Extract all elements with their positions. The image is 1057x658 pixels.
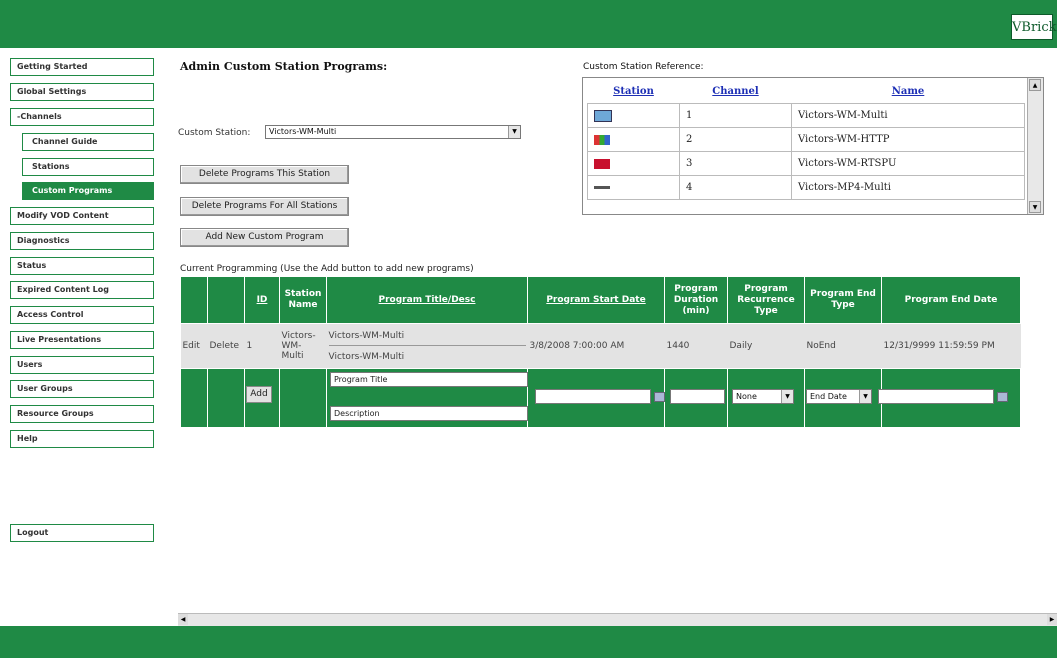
delete-link[interactable]: Delete [207,323,245,369]
sidebar-item-custom-programs[interactable]: Custom Programs [22,182,154,200]
end-date-input[interactable] [878,389,994,404]
station-logo-2-icon [594,134,610,145]
sidebar-item-user-groups[interactable]: User Groups [10,380,154,398]
custom-station-select[interactable]: Victors-WM-Multi ▼ [265,125,521,139]
scroll-left-icon[interactable]: ◀ [178,614,188,625]
ref-name: Victors-MP4-Multi [791,175,1025,200]
sidebar-item-resource-groups[interactable]: Resource Groups [10,405,154,423]
program-desc: Victors-WM-Multi [328,351,405,362]
custom-station-value: Victors-WM-Multi [269,127,337,136]
table-row: 2 Victors-WM-HTTP [587,127,1025,152]
table-row: Edit Delete 1 Victors- WM- Multi Victors… [180,323,1021,369]
chevron-down-icon: ▼ [859,390,871,403]
sidebar-item-diagnostics[interactable]: Diagnostics [10,232,154,250]
ref-name: Victors-WM-Multi [791,103,1025,128]
ref-name: Victors-WM-HTTP [791,127,1025,152]
station-name-line2: WM- [281,341,302,351]
current-programming-label: Current Programming (Use the Add button … [180,264,474,274]
header-program-title-desc[interactable]: Program Title/Desc [326,276,528,324]
ref-name: Victors-WM-RTSPU [791,151,1025,176]
station-logo-1-icon [594,109,612,122]
header-station-name: Station Name [279,276,327,324]
sidebar-item-status[interactable]: Status [10,257,154,275]
delete-programs-station-button[interactable]: Delete Programs This Station [180,165,349,184]
station-logo-3-icon [594,158,610,169]
table-row: 3 Victors-WM-RTSPU [587,151,1025,176]
program-recurrence: Daily [727,323,805,369]
table-row: 1 Victors-WM-Multi [587,103,1025,128]
sidebar-item-channels[interactable]: -Channels [10,108,154,126]
header-program-start-date[interactable]: Program Start Date [527,276,665,324]
start-date-input[interactable] [535,389,651,404]
horizontal-scrollbar[interactable]: ◀ ▶ [178,613,1057,626]
header-id[interactable]: ID [244,276,280,324]
program-start-date: 3/8/2008 7:00:00 AM [527,323,665,369]
header-program-end-type: Program End Type [804,276,882,324]
recurrence-select[interactable]: None ▼ [732,389,794,404]
calendar-icon[interactable] [997,392,1008,402]
programming-table: ID Station Name Program Title/Desc Progr… [180,276,1021,428]
header-program-recurrence: Program Recurrence Type [727,276,805,324]
scroll-up-icon[interactable]: ▲ [1029,79,1041,91]
program-desc-input[interactable]: Description [330,406,528,421]
sidebar-item-users[interactable]: Users [10,356,154,374]
reference-table: Station Channel Name 1 Victors-WM-Multi … [587,80,1025,200]
sidebar-item-live-presentations[interactable]: Live Presentations [10,331,154,349]
custom-station-reference-panel: Station Channel Name 1 Victors-WM-Multi … [582,77,1044,215]
ref-channel: 2 [679,127,792,152]
ref-header-name[interactable]: Name [792,80,1025,104]
delete-programs-all-button[interactable]: Delete Programs For All Stations [180,197,349,216]
sidebar-item-channel-guide[interactable]: Channel Guide [22,133,154,151]
chevron-down-icon: ▼ [781,390,793,403]
program-end-date: 12/31/9999 11:59:59 PM [881,323,1021,369]
top-banner: VBrick [0,0,1057,48]
edit-link[interactable]: Edit [180,323,208,369]
custom-station-label: Custom Station: [178,128,251,138]
add-button[interactable]: Add [246,386,272,403]
ref-channel: 3 [679,151,792,176]
table-row: 4 Victors-MP4-Multi [587,175,1025,200]
add-new-custom-program-button[interactable]: Add New Custom Program [180,228,349,247]
page-title: Admin Custom Station Programs: [180,60,388,73]
ref-header-station[interactable]: Station [588,80,680,104]
station-name-line1: Victors- [281,331,316,341]
scroll-right-icon[interactable]: ▶ [1047,614,1057,625]
recurrence-value: None [736,392,757,401]
program-title-input[interactable]: Program Title [330,372,528,387]
sidebar-item-access-control[interactable]: Access Control [10,306,154,324]
station-logo-4-icon [594,186,610,189]
station-name-line3: Multi [281,351,304,361]
program-id: 1 [244,323,280,369]
header-program-end-date: Program End Date [881,276,1021,324]
header-program-duration: Program Duration (min) [664,276,728,324]
program-title: Victors-WM-Multi [328,331,526,346]
chevron-down-icon: ▼ [508,126,520,138]
program-end-type: NoEnd [804,323,882,369]
sidebar-item-stations[interactable]: Stations [22,158,154,176]
bottom-banner [0,626,1057,658]
sidebar-item-global-settings[interactable]: Global Settings [10,83,154,101]
reference-scrollbar[interactable]: ▲ ▼ [1027,78,1043,214]
calendar-icon[interactable] [654,392,665,402]
duration-input[interactable] [670,389,725,404]
ref-channel: 1 [679,103,792,128]
scroll-down-icon[interactable]: ▼ [1029,201,1041,213]
vbrick-logo: VBrick [1011,14,1056,40]
end-type-select[interactable]: End Date ▼ [806,389,872,404]
ref-header-channel[interactable]: Channel [680,80,792,104]
sidebar-item-getting-started[interactable]: Getting Started [10,58,154,76]
program-duration: 1440 [664,323,728,369]
sidebar-item-help[interactable]: Help [10,430,154,448]
sidebar-item-modify-vod-content[interactable]: Modify VOD Content [10,207,154,225]
custom-station-reference-label: Custom Station Reference: [583,62,704,72]
end-type-value: End Date [810,392,847,401]
sidebar-item-expired-content-log[interactable]: Expired Content Log [10,281,154,299]
logout-button[interactable]: Logout [10,524,154,542]
ref-channel: 4 [679,175,792,200]
